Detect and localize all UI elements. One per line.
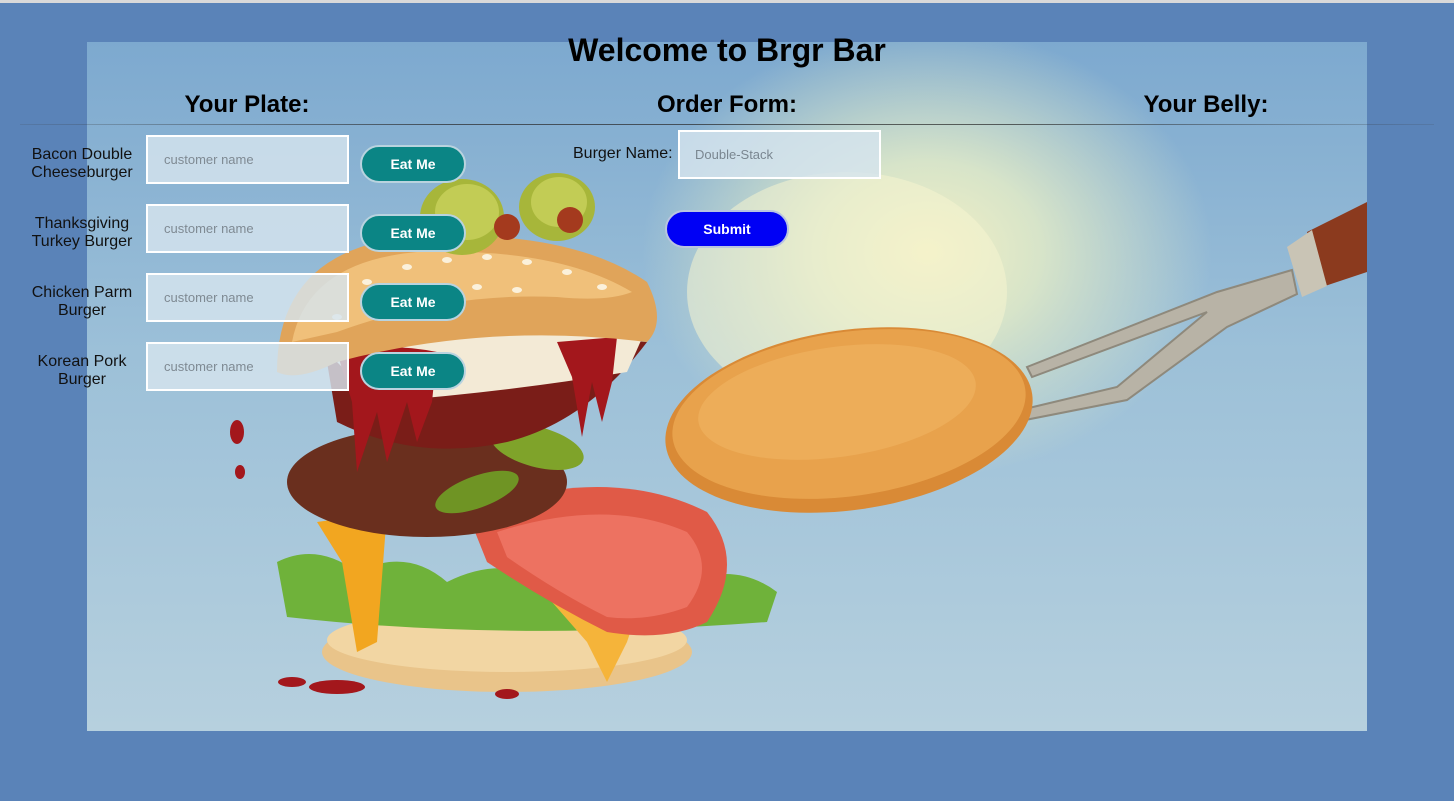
plate-item: Thanksgiving Turkey Burger customer name…	[0, 204, 480, 260]
customer-name-input[interactable]: customer name	[146, 273, 349, 322]
your-plate-heading: Your Plate:	[184, 91, 310, 118]
burger-name-label: Burger Name:	[573, 145, 673, 162]
header-divider	[20, 124, 1434, 125]
eat-me-button[interactable]: Eat Me	[360, 283, 466, 321]
customer-name-input[interactable]: customer name	[146, 135, 349, 184]
customer-name-input[interactable]: customer name	[146, 204, 349, 253]
burger-name: Chicken Parm Burger	[31, 284, 133, 319]
plate-item: Bacon Double Cheeseburger customer name …	[0, 135, 480, 191]
your-belly-heading: Your Belly:	[1143, 91, 1269, 118]
submit-button[interactable]: Submit	[665, 210, 789, 248]
eat-me-button[interactable]: Eat Me	[360, 145, 466, 183]
plate-item: Chicken Parm Burger customer name Eat Me	[0, 273, 480, 329]
burger-name: Thanksgiving Turkey Burger	[31, 215, 133, 250]
burger-name: Bacon Double Cheeseburger	[31, 146, 133, 181]
page-title: Welcome to Brgr Bar	[568, 32, 886, 68]
burger-name: Korean Pork Burger	[37, 353, 127, 388]
plate-item: Korean Pork Burger customer name Eat Me	[0, 342, 480, 398]
order-form-heading: Order Form:	[656, 91, 797, 118]
top-border	[0, 0, 1454, 3]
eat-me-button[interactable]: Eat Me	[360, 214, 466, 252]
burger-name-input[interactable]: Double-Stack	[678, 130, 881, 179]
customer-name-input[interactable]: customer name	[146, 342, 349, 391]
eat-me-button[interactable]: Eat Me	[360, 352, 466, 390]
